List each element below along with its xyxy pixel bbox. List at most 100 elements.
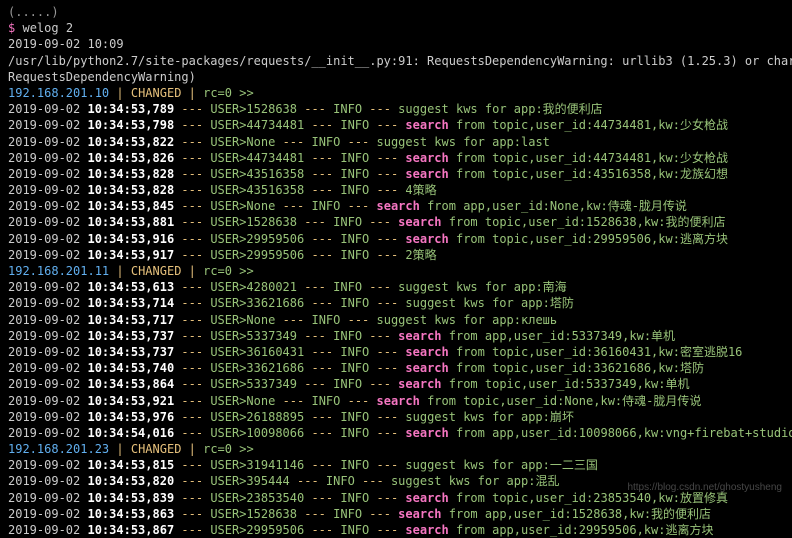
- log-sep: ---: [174, 313, 210, 327]
- log-date: 2019-09-02: [8, 280, 80, 294]
- host-status: CHANGED: [131, 264, 182, 278]
- log-time: 10:34:54,016: [87, 426, 174, 440]
- log-sep: ---: [174, 232, 210, 246]
- log-message: from app,user_id:None,kw:侍魂-胧月传说: [420, 199, 687, 213]
- log-user: USER>10098066: [210, 426, 304, 440]
- log-time: 10:34:53,815: [87, 458, 174, 472]
- host-sep: |: [109, 264, 131, 278]
- log-sep: ---: [304, 345, 340, 359]
- log-time: 10:34:53,714: [87, 296, 174, 310]
- log-message: from app,user_id:29959506,kw:逃离方块: [449, 523, 714, 537]
- log-sep: ---: [340, 313, 376, 327]
- log-sep: ---: [304, 491, 340, 505]
- prompt-command: welog 2: [22, 21, 73, 35]
- log-row: 2019-09-02 10:34:53,917 --- USER>2995950…: [8, 247, 784, 263]
- log-sep: ---: [369, 118, 405, 132]
- host-status: CHANGED: [131, 86, 182, 100]
- log-row: 2019-09-02 10:34:53,740 --- USER>3362168…: [8, 360, 784, 376]
- prompt-symbol: $: [8, 21, 15, 35]
- log-message: suggest kws for app:塔防: [405, 296, 574, 310]
- log-user: USER>None: [210, 313, 282, 327]
- log-time: 10:34:53,864: [87, 377, 174, 391]
- log-level: INFO: [311, 313, 340, 327]
- search-keyword: search: [405, 167, 448, 181]
- log-sep: ---: [304, 215, 333, 229]
- host-header: 192.168.201.11 | CHANGED | rc=0 >>: [8, 263, 784, 279]
- log-level: INFO: [311, 199, 340, 213]
- search-keyword: search: [398, 507, 441, 521]
- log-user: USER>43516358: [210, 167, 304, 181]
- search-keyword: search: [405, 491, 448, 505]
- log-sep: ---: [174, 167, 210, 181]
- search-keyword: search: [398, 377, 441, 391]
- log-sep: ---: [174, 507, 210, 521]
- log-user: USER>4280021: [210, 280, 304, 294]
- log-level: INFO: [340, 232, 369, 246]
- log-date: 2019-09-02: [8, 167, 80, 181]
- log-level: INFO: [311, 135, 340, 149]
- log-row: 2019-09-02 10:34:53,613 --- USER>4280021…: [8, 279, 784, 295]
- log-time: 10:34:53,828: [87, 183, 174, 197]
- log-row: 2019-09-02 10:34:53,828 --- USER>4351635…: [8, 182, 784, 198]
- log-time: 10:34:53,917: [87, 248, 174, 262]
- terminal-output[interactable]: (.....) $ welog 2 2019-09-02 10:09 /usr/…: [8, 4, 784, 538]
- host-sep: |: [181, 442, 203, 456]
- log-sep: ---: [174, 280, 210, 294]
- log-time: 10:34:53,828: [87, 167, 174, 181]
- log-date: 2019-09-02: [8, 491, 80, 505]
- log-sep: ---: [304, 151, 340, 165]
- log-row: 2019-09-02 10:34:53,881 --- USER>1528638…: [8, 214, 784, 230]
- log-time: 10:34:53,867: [87, 523, 174, 537]
- log-row: 2019-09-02 10:34:53,789 --- USER>1528638…: [8, 101, 784, 117]
- log-message: from topic,user_id:5337349,kw:单机: [442, 377, 690, 391]
- top-fragment-line: (.....): [8, 4, 784, 20]
- log-row: 2019-09-02 10:34:53,863 --- USER>1528638…: [8, 506, 784, 522]
- log-sep: ---: [362, 215, 398, 229]
- log-row: 2019-09-02 10:34:53,845 --- USER>None --…: [8, 198, 784, 214]
- log-user: USER>26188895: [210, 410, 304, 424]
- log-time: 10:34:53,822: [87, 135, 174, 149]
- log-sep: ---: [340, 394, 376, 408]
- search-keyword: search: [405, 118, 448, 132]
- log-level: INFO: [340, 458, 369, 472]
- log-date: 2019-09-02: [8, 377, 80, 391]
- log-row: 2019-09-02 10:34:53,737 --- USER>5337349…: [8, 328, 784, 344]
- search-keyword: search: [398, 215, 441, 229]
- log-level: INFO: [340, 118, 369, 132]
- log-sep: ---: [304, 410, 340, 424]
- search-keyword: search: [398, 329, 441, 343]
- log-message: from app,user_id:5337349,kw:单机: [442, 329, 676, 343]
- log-user: USER>29959506: [210, 523, 304, 537]
- log-sep: ---: [174, 199, 210, 213]
- log-level: INFO: [333, 329, 362, 343]
- log-time: 10:34:53,740: [87, 361, 174, 375]
- log-date: 2019-09-02: [8, 329, 80, 343]
- log-time: 10:34:53,863: [87, 507, 174, 521]
- log-message: suggest kws for app:崩坏: [405, 410, 574, 424]
- log-time: 10:34:53,881: [87, 215, 174, 229]
- log-date: 2019-09-02: [8, 118, 80, 132]
- log-sep: ---: [369, 458, 405, 472]
- log-user: USER>None: [210, 394, 282, 408]
- watermark: https://blog.csdn.net/ghostyusheng: [627, 481, 782, 495]
- log-time: 10:34:53,921: [87, 394, 174, 408]
- log-sep: ---: [304, 248, 340, 262]
- log-time: 10:34:53,916: [87, 232, 174, 246]
- log-sep: ---: [174, 361, 210, 375]
- log-sep: ---: [369, 410, 405, 424]
- log-message: from topic,user_id:1528638,kw:我的便利店: [442, 215, 726, 229]
- log-time: 10:34:53,845: [87, 199, 174, 213]
- log-sep: ---: [304, 183, 340, 197]
- log-sep: ---: [174, 296, 210, 310]
- log-sep: ---: [304, 118, 340, 132]
- log-user: USER>1528638: [210, 507, 304, 521]
- host-rc: rc=0 >>: [203, 86, 254, 100]
- log-sep: ---: [297, 474, 326, 488]
- log-level: INFO: [340, 361, 369, 375]
- log-date: 2019-09-02: [8, 426, 80, 440]
- log-sep: ---: [304, 296, 340, 310]
- log-level: INFO: [333, 377, 362, 391]
- search-keyword: search: [405, 232, 448, 246]
- log-level: INFO: [333, 280, 362, 294]
- log-sep: ---: [369, 361, 405, 375]
